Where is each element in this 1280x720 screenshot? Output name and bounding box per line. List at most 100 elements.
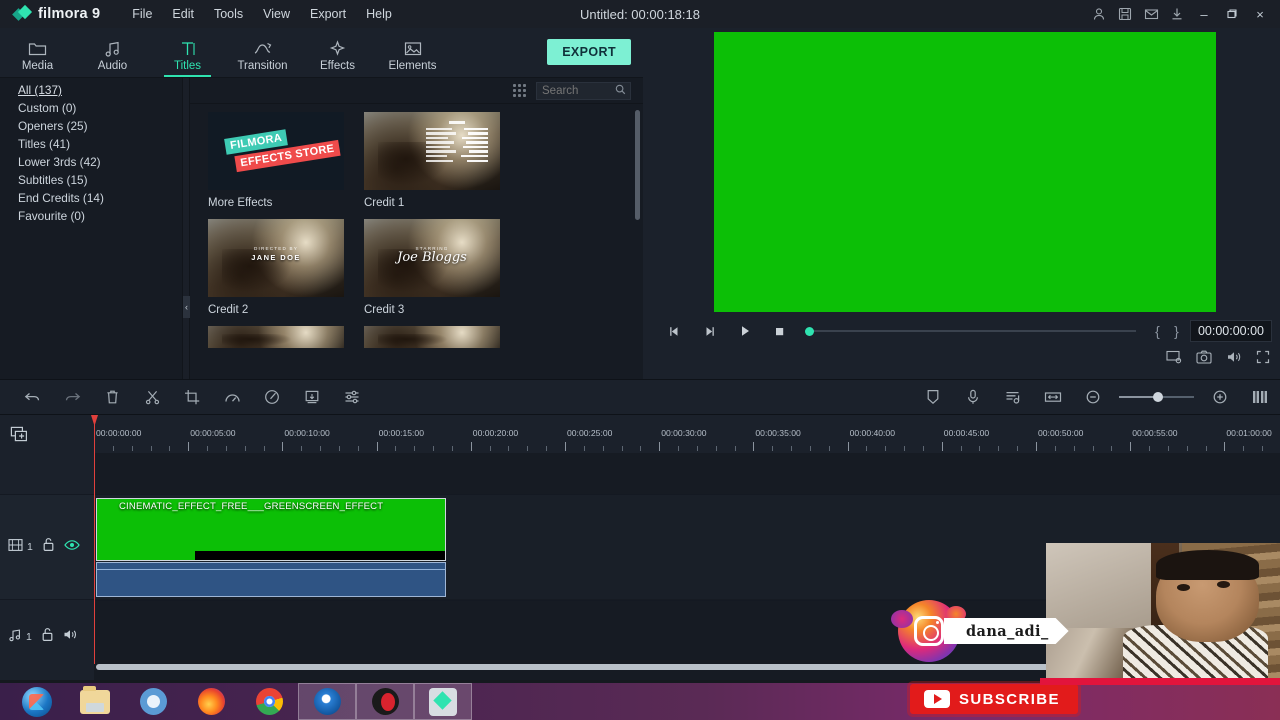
screen-recorder-button[interactable] [356, 683, 414, 720]
delete-button[interactable] [92, 379, 132, 415]
category-custom[interactable]: Custom (0) [0, 99, 182, 117]
mail-icon[interactable] [1138, 1, 1164, 27]
mark-in-button[interactable]: { [1148, 323, 1167, 339]
start-button[interactable] [8, 683, 66, 720]
menu-item-export[interactable]: Export [300, 3, 356, 25]
template-item-more-effects[interactable]: FILMORA EFFECTS STORE More Effects [208, 112, 344, 209]
ruler-minor-tick [1167, 446, 1169, 451]
fit-timeline-button[interactable] [1033, 379, 1073, 415]
category-subtitles[interactable]: Subtitles (15) [0, 171, 182, 189]
firefox-button[interactable] [182, 683, 240, 720]
template-item-credit-3[interactable]: STARRING Joe Bloggs Credit 3 [364, 219, 500, 316]
volume-icon[interactable] [1226, 350, 1242, 369]
collapse-panel-button[interactable]: ‹ [183, 296, 190, 318]
ruler-minor-tick [489, 446, 491, 451]
template-item-credit-1[interactable]: Credit 1 [364, 112, 500, 209]
transition-icon [253, 37, 272, 57]
marker-button[interactable] [913, 379, 953, 415]
preview-timecode[interactable]: 00:00:00:00 [1189, 320, 1272, 342]
scrubber-handle[interactable] [805, 326, 814, 336]
category-openers[interactable]: Openers (25) [0, 117, 182, 135]
instagram-handle-banner: dana_adi_ [944, 618, 1069, 644]
preview-scrubber[interactable] [799, 318, 1148, 344]
audio-track-mute-icon[interactable] [63, 628, 79, 646]
crop-button[interactable] [172, 379, 212, 415]
previous-frame-button[interactable] [657, 318, 692, 344]
audio-clip[interactable] [96, 562, 446, 597]
template-row-partial [208, 326, 633, 348]
tab-elements[interactable]: Elements [375, 33, 450, 72]
save-icon[interactable] [1112, 1, 1138, 27]
menu-item-tools[interactable]: Tools [204, 3, 253, 25]
undo-button[interactable] [12, 379, 52, 415]
filmora-taskbar-icon [429, 687, 457, 716]
fullscreen-icon[interactable] [1256, 350, 1270, 369]
menu-item-edit[interactable]: Edit [162, 3, 204, 25]
category-end-credits[interactable]: End Credits (14) [0, 189, 182, 207]
menu-item-help[interactable]: Help [356, 3, 402, 25]
snapshot-icon[interactable] [1196, 350, 1212, 369]
zoom-slider-handle[interactable] [1153, 392, 1163, 402]
tab-audio[interactable]: Audio [75, 33, 150, 72]
category-all[interactable]: All (137) [0, 81, 182, 99]
snapshot-button[interactable] [292, 379, 332, 415]
tab-titles[interactable]: Titles [150, 33, 225, 77]
timeline-ruler[interactable]: 00:00:00:00 00:00:05:00 00:00:10:00 00:00:1… [94, 415, 1280, 453]
playhead[interactable] [94, 415, 95, 664]
filmora-taskbar-button[interactable] [414, 683, 472, 720]
chromium-button[interactable] [124, 683, 182, 720]
restore-button[interactable] [1218, 1, 1246, 27]
file-explorer-button[interactable] [66, 683, 124, 720]
video-clip[interactable]: CINEMATIC_EFFECT_FREE___GREENSCREEN_EFFE… [96, 498, 446, 561]
tab-transition[interactable]: Transition [225, 33, 300, 72]
filmora-logo-icon [12, 4, 33, 23]
add-track-button[interactable] [0, 415, 94, 453]
next-frame-button[interactable] [692, 318, 727, 344]
timeline-zoom-slider[interactable] [1119, 392, 1194, 402]
redo-button[interactable] [52, 379, 92, 415]
split-view-button[interactable] [1240, 379, 1280, 415]
minimize-button[interactable]: – [1190, 1, 1218, 27]
stop-button[interactable] [762, 318, 797, 344]
library-scrollbar[interactable] [635, 110, 640, 220]
template-thumbnail: FILMORA EFFECTS STORE [208, 112, 344, 190]
video-track-visibility-icon[interactable] [64, 538, 80, 556]
split-button[interactable] [132, 379, 172, 415]
category-lower-3rds[interactable]: Lower 3rds (42) [0, 153, 182, 171]
template-item-partial[interactable] [208, 326, 344, 348]
template-item-partial[interactable] [364, 326, 500, 348]
speed-button[interactable] [212, 379, 252, 415]
tab-media[interactable]: Media [0, 33, 75, 72]
zoom-in-button[interactable] [1200, 379, 1240, 415]
search-field[interactable] [536, 81, 631, 100]
ruler-minor-tick [828, 446, 830, 451]
video-track-lock-icon[interactable] [42, 537, 55, 557]
export-button[interactable]: EXPORT [547, 39, 631, 65]
zoom-out-button[interactable] [1073, 379, 1113, 415]
search-input[interactable] [542, 84, 625, 97]
audio-mixer-button[interactable] [332, 379, 372, 415]
category-favourite[interactable]: Favourite (0) [0, 207, 182, 225]
close-button[interactable]: × [1246, 1, 1274, 27]
template-item-credit-2[interactable]: DIRECTED BY JANE DOE Credit 2 [208, 219, 344, 316]
play-button[interactable] [727, 318, 762, 344]
image-icon [404, 37, 422, 57]
display-settings-icon[interactable] [1166, 350, 1182, 369]
blue-disc-app-icon [313, 688, 341, 715]
account-icon[interactable] [1086, 1, 1112, 27]
detach-audio-button[interactable] [993, 379, 1033, 415]
ruler-major-tick [941, 442, 943, 451]
menu-item-view[interactable]: View [253, 3, 300, 25]
color-button[interactable] [252, 379, 292, 415]
voiceover-button[interactable] [953, 379, 993, 415]
chrome-button[interactable] [240, 683, 298, 720]
blue-disc-app-button[interactable] [298, 683, 356, 720]
preview-secondary-controls [1166, 346, 1270, 372]
mark-out-button[interactable]: } [1167, 323, 1186, 339]
category-titles[interactable]: Titles (41) [0, 135, 182, 153]
menu-item-file[interactable]: File [122, 3, 162, 25]
audio-track-lock-icon[interactable] [41, 627, 54, 647]
grid-view-icon[interactable] [513, 84, 526, 97]
download-icon[interactable] [1164, 1, 1190, 27]
tab-effects[interactable]: Effects [300, 33, 375, 72]
